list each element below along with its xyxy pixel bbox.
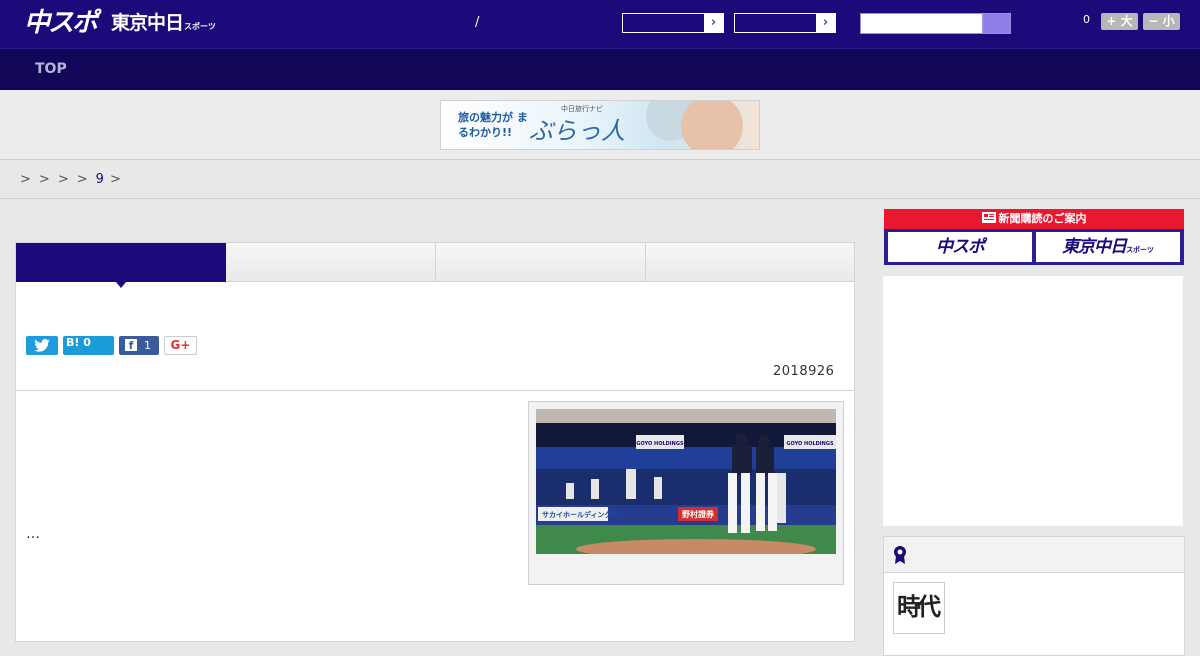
article-card: B! 0 f1 G+ 2018926 … GOYO HOLDINGS GOYO …	[15, 242, 855, 642]
category-select-2[interactable]: ›	[734, 13, 836, 33]
tokyo-chunichi-logo[interactable]: 東京中日スポーツ	[111, 10, 216, 40]
card-divider	[16, 390, 854, 391]
twitter-share-button[interactable]	[26, 336, 58, 355]
tab-3[interactable]	[436, 243, 646, 282]
travel-navi-banner[interactable]: 旅の魅力が まるわかり!! 中日旅行ナビ ぶらっ人	[440, 100, 760, 150]
tokyo-chunichi-subscribe-button[interactable]: 東京中日スポーツ	[1036, 232, 1180, 262]
header-slash: /	[475, 15, 480, 30]
ranking-panel: 時代	[883, 536, 1185, 656]
hatena-count: 0	[83, 336, 91, 349]
facebook-share-button[interactable]: f1	[119, 336, 159, 355]
breadcrumb-separator: >	[57, 172, 70, 187]
logo-sub-text: 東京中日	[111, 12, 184, 34]
promo-btn-2-text: 東京中日	[1062, 237, 1127, 257]
search-input[interactable]	[860, 13, 983, 34]
article-photo-frame: GOYO HOLDINGS GOYO HOLDINGS サカイホールディングス …	[528, 401, 844, 585]
search-button[interactable]	[983, 13, 1011, 34]
ranking-thumbnail[interactable]: 時代	[893, 582, 945, 634]
ranking-header	[884, 537, 1184, 573]
tab-1[interactable]	[16, 243, 226, 288]
goyo-sign-text: GOYO HOLDINGS	[636, 441, 684, 447]
chuspo-logo[interactable]: 中スポ	[24, 7, 98, 39]
promo-btn-2-small: スポーツ	[1126, 246, 1154, 254]
font-size-count: 0	[1083, 13, 1090, 26]
hatena-bookmark-button[interactable]: B! 0	[63, 336, 114, 355]
tab-4[interactable]	[646, 243, 854, 282]
font-smaller-button[interactable]: − 小	[1143, 13, 1180, 30]
goyo-sign-text: GOYO HOLDINGS	[786, 441, 834, 447]
subscription-promo: 新聞購読のご案内 中スポ 東京中日スポーツ	[884, 209, 1184, 265]
breadcrumb-separator: >	[110, 172, 122, 187]
facebook-count: 1	[144, 339, 151, 352]
hatena-icon: B!	[66, 336, 80, 349]
global-nav: TOP	[0, 48, 1200, 90]
thumbnail-text: 時代	[897, 592, 941, 621]
breadcrumb-divider	[0, 198, 1200, 199]
article-photo[interactable]: GOYO HOLDINGS GOYO HOLDINGS サカイホールディングス …	[536, 409, 836, 554]
article-date: 2018926	[773, 364, 835, 379]
breadcrumb: > > > >9 >	[20, 172, 122, 187]
promo-title: 新聞購読のご案内	[884, 209, 1184, 229]
header-bar: 中スポ 東京中日スポーツ / › › 0 + 大 − 小	[0, 0, 1200, 48]
breadcrumb-separator: >	[38, 172, 51, 187]
banner-catchphrase: 旅の魅力が まるわかり!!	[458, 111, 528, 139]
logo-sub-small: スポーツ	[184, 22, 216, 31]
breadcrumb-separator: >	[20, 172, 32, 187]
baseball-photo: GOYO HOLDINGS GOYO HOLDINGS サカイホールディングス …	[536, 409, 836, 554]
chevron-right-icon: ›	[816, 14, 835, 32]
ranking-medal-icon	[894, 546, 906, 564]
promo-title-text: 新聞購読のご案内	[998, 212, 1087, 225]
banner-model-photo	[681, 101, 743, 149]
font-larger-button[interactable]: + 大	[1101, 13, 1138, 30]
ad-slot[interactable]	[883, 276, 1183, 526]
article-text: …	[26, 526, 40, 542]
banner-brand-name: ぶらっ人	[529, 117, 625, 145]
chevron-right-icon: ›	[704, 14, 723, 32]
nav-item-top[interactable]: TOP	[35, 61, 67, 77]
nomura-sign-text: 野村證券	[682, 509, 715, 519]
facebook-icon: f	[125, 339, 137, 352]
breadcrumb-link[interactable]: 9	[96, 172, 105, 187]
newspaper-icon	[981, 212, 996, 223]
sakai-sign-text: サカイホールディングス	[542, 510, 619, 519]
breadcrumb-separator: >	[76, 172, 89, 187]
tab-2[interactable]	[226, 243, 436, 282]
twitter-icon	[34, 339, 50, 352]
google-plus-button[interactable]: G+	[164, 336, 197, 355]
article-tabs	[16, 243, 854, 288]
chuspo-subscribe-button[interactable]: 中スポ	[888, 232, 1032, 262]
category-select-1[interactable]: ›	[622, 13, 724, 33]
banner-strip: 旅の魅力が まるわかり!! 中日旅行ナビ ぶらっ人	[0, 90, 1200, 160]
